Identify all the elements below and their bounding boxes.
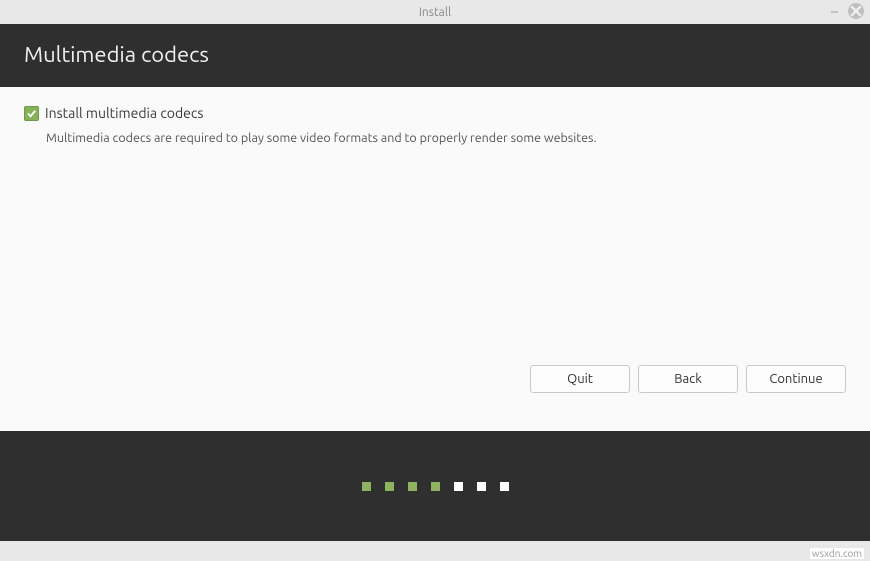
page-title: Multimedia codecs — [24, 42, 209, 67]
button-row: Quit Back Continue — [24, 365, 846, 393]
watermark: wsxdn.com — [810, 548, 864, 559]
progress-dot — [408, 482, 417, 491]
codecs-checkbox-row[interactable]: Install multimedia codecs — [24, 105, 846, 121]
progress-dot — [362, 482, 371, 491]
quit-button[interactable]: Quit — [530, 365, 630, 393]
progress-dot — [385, 482, 394, 491]
progress-dot — [431, 482, 440, 491]
back-button[interactable]: Back — [638, 365, 738, 393]
checkbox-label: Install multimedia codecs — [45, 105, 203, 121]
titlebar: Install – — [0, 0, 870, 24]
continue-button[interactable]: Continue — [746, 365, 846, 393]
progress-dot — [477, 482, 486, 491]
progress-dot-current — [454, 482, 463, 491]
content-area: Install multimedia codecs Multimedia cod… — [0, 87, 870, 431]
description-text: Multimedia codecs are required to play s… — [46, 131, 846, 145]
minimize-icon[interactable]: – — [831, 4, 838, 18]
progress-footer — [0, 431, 870, 541]
checkbox-checked-icon[interactable] — [24, 106, 39, 121]
close-icon[interactable] — [848, 3, 864, 19]
progress-dot — [500, 482, 509, 491]
page-header: Multimedia codecs — [0, 24, 870, 87]
window-title: Install — [419, 6, 451, 19]
window-controls: – — [831, 3, 864, 19]
